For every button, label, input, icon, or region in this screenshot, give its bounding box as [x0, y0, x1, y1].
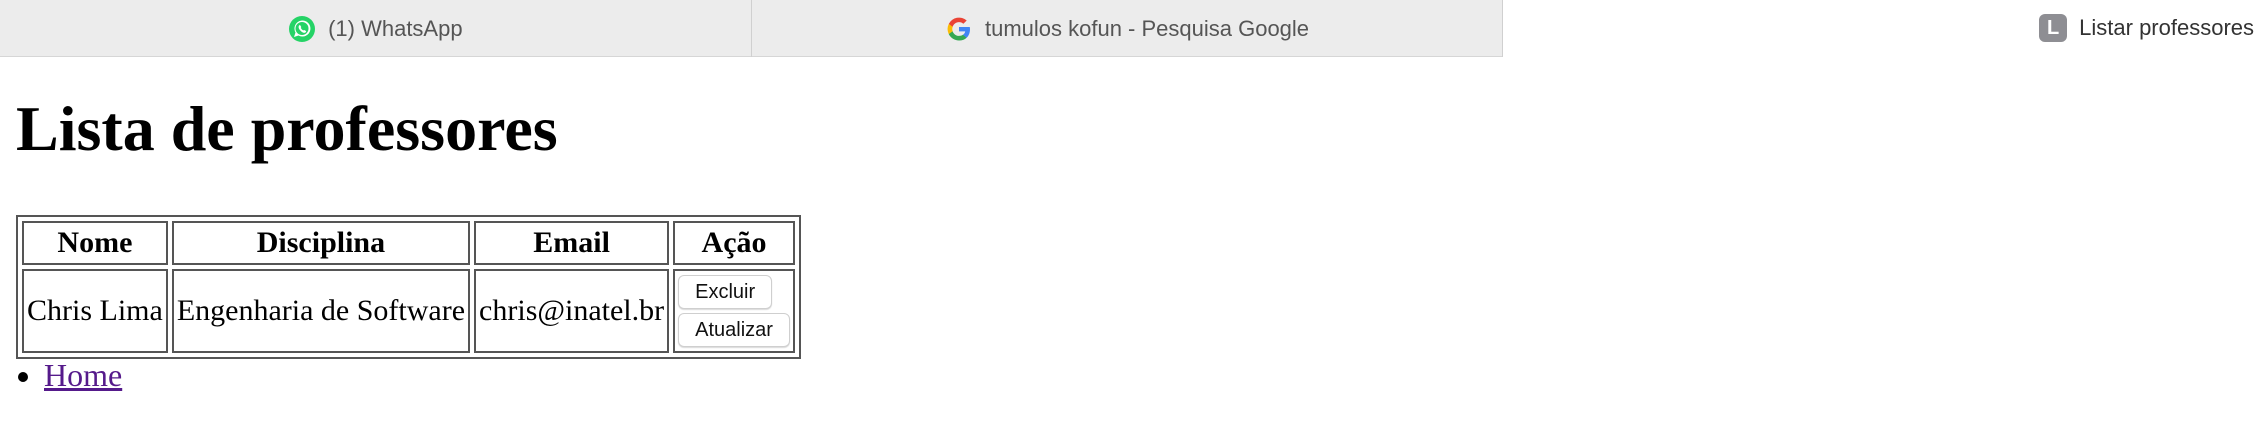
table-header-row: Nome Disciplina Email Ação — [22, 221, 795, 265]
tab-whatsapp[interactable]: (1) WhatsApp — [0, 0, 752, 57]
google-icon — [945, 15, 973, 43]
column-header-disciplina: Disciplina — [171, 221, 471, 265]
tab-title: (1) WhatsApp — [328, 15, 463, 41]
tab-listar-professores[interactable]: L Listar professores — [1503, 0, 2262, 57]
delete-button[interactable]: Excluir — [678, 275, 773, 309]
professors-table: Nome Disciplina Email Ação Chris Lima En… — [16, 215, 801, 359]
table-row: Chris Lima Engenharia de Software chris@… — [22, 269, 795, 353]
letter-l-icon: L — [2039, 14, 2068, 42]
home-link[interactable]: Home — [44, 357, 122, 393]
cell-acao: Excluir Atualizar — [673, 269, 795, 353]
letter-l-icon-glyph: L — [2039, 14, 2068, 42]
cell-disciplina: Engenharia de Software — [171, 269, 471, 353]
tab-google-search[interactable]: tumulos kofun - Pesquisa Google — [752, 0, 1504, 57]
column-header-nome: Nome — [22, 221, 168, 265]
tab-title: Listar professores — [2079, 15, 2255, 40]
page-content: Lista de professores Nome Disciplina Ema… — [16, 57, 801, 393]
column-header-email: Email — [474, 221, 670, 265]
update-button[interactable]: Atualizar — [678, 313, 790, 347]
page-title: Lista de professores — [16, 93, 558, 164]
cell-nome: Chris Lima — [22, 269, 168, 353]
nav-links: Home — [16, 357, 122, 394]
browser-tab-strip: (1) WhatsApp tumulos kofun - Pesquisa Go… — [0, 0, 2262, 57]
whatsapp-icon — [288, 15, 316, 43]
column-header-acao: Ação — [673, 221, 795, 265]
list-item: Home — [44, 357, 122, 394]
tab-title: tumulos kofun - Pesquisa Google — [984, 15, 1310, 41]
cell-email: chris@inatel.br — [474, 269, 670, 353]
row-actions: Excluir Atualizar — [678, 275, 790, 347]
